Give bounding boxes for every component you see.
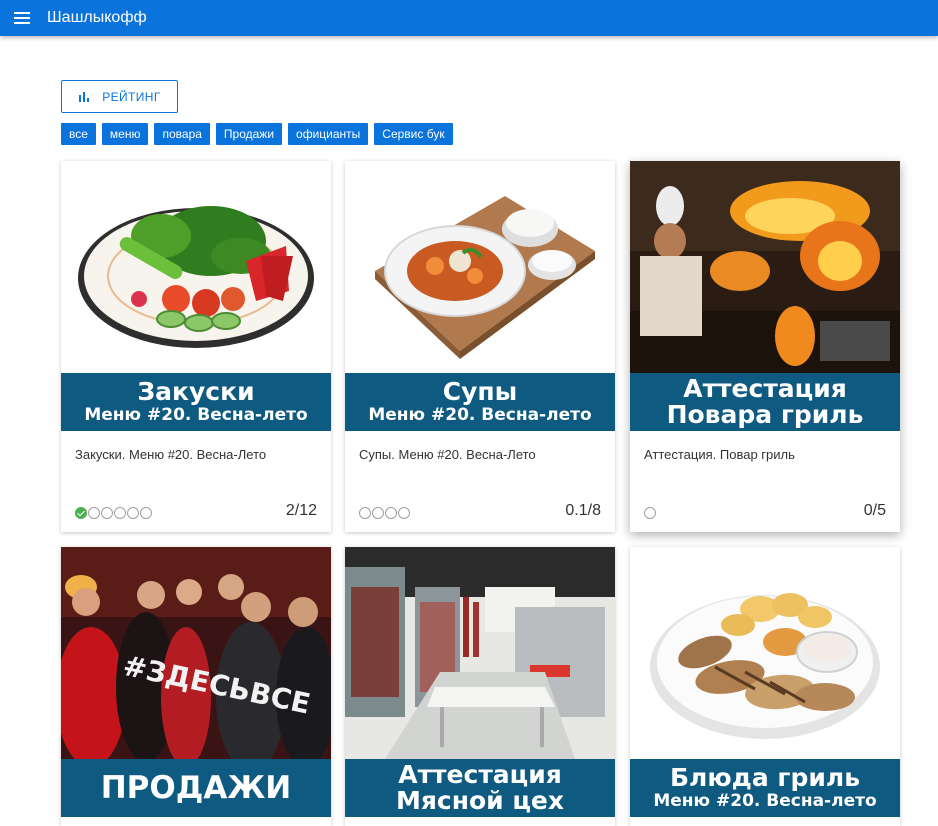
card-image-grill-fire — [630, 161, 900, 373]
card-title: Супы — [442, 376, 518, 406]
progress-dot — [127, 507, 139, 519]
progress-dot — [114, 507, 126, 519]
card-title: Блюда гриль — [669, 762, 861, 792]
rating-button-label: РЕЙТИНГ — [102, 89, 161, 104]
card-score: 0.1/8 — [565, 502, 601, 519]
card-progress-dots — [359, 507, 410, 519]
card-banner: Аттестация Повара гриль — [630, 373, 900, 431]
card-score: 2/12 — [285, 502, 317, 519]
filter-chip-all[interactable]: все — [61, 123, 96, 145]
card-banner: Супы Меню #20. Весна-лето — [345, 373, 615, 431]
card-title: ПРОДАЖИ — [100, 769, 292, 806]
card-image-meat-shop — [345, 547, 615, 759]
course-card-grill-dishes[interactable]: Блюда гриль Меню #20. Весна-лето — [630, 547, 900, 826]
card-title: Аттестация — [398, 759, 562, 789]
progress-dot — [372, 507, 384, 519]
course-card-zakuski[interactable]: Закуски Меню #20. Весна-лето Закуски. Ме… — [61, 161, 331, 532]
card-banner: Аттестация Мясной цех — [345, 759, 615, 817]
filter-chip-cooks[interactable]: повара — [154, 123, 210, 145]
app-bar: Шашлыкофф — [0, 0, 938, 36]
card-image-soup — [345, 161, 615, 373]
filter-chip-menu[interactable]: меню — [101, 123, 149, 145]
card-subtitle: Меню #20. Весна-лето — [84, 405, 308, 426]
filter-chip-waiters[interactable]: официанты — [288, 123, 369, 145]
card-image-grill-dish — [630, 547, 900, 759]
progress-dot-done — [75, 507, 87, 519]
card-subtitle: Повара гриль — [666, 400, 864, 429]
progress-dot — [398, 507, 410, 519]
card-score: 0/5 — [863, 502, 886, 519]
card-banner: Блюда гриль Меню #20. Весна-лето — [630, 759, 900, 817]
card-image-appetizers — [61, 161, 331, 373]
card-subtitle: Мясной цех — [395, 786, 565, 815]
progress-dot — [385, 507, 397, 519]
rating-button[interactable]: РЕЙТИНГ — [61, 80, 178, 113]
course-card-meat-shop-certification[interactable]: Аттестация Мясной цех — [345, 547, 615, 826]
course-card-grill-cook-certification[interactable]: Аттестация Повара гриль Аттестация. Пова… — [630, 161, 900, 532]
hamburger-menu-icon[interactable] — [0, 0, 44, 36]
card-title: Закуски — [137, 376, 255, 406]
app-title: Шашлыкофф — [47, 9, 147, 26]
card-progress-dots — [644, 507, 656, 519]
progress-dot — [88, 507, 100, 519]
card-banner: Закуски Меню #20. Весна-лето — [61, 373, 331, 431]
progress-dot — [359, 507, 371, 519]
card-progress-dots — [75, 507, 152, 519]
card-description: Супы. Меню #20. Весна-Лето — [359, 447, 536, 462]
card-title: Аттестация — [683, 373, 847, 403]
card-banner: ПРОДАЖИ — [61, 759, 331, 817]
bar-chart-icon — [79, 91, 90, 102]
progress-dot — [644, 507, 656, 519]
card-description: Закуски. Меню #20. Весна-Лето — [75, 447, 267, 462]
progress-dot — [140, 507, 152, 519]
card-description: Аттестация. Повар гриль — [644, 447, 795, 462]
filter-chips: все меню повара Продажи официанты Сервис… — [61, 123, 453, 145]
progress-dot — [101, 507, 113, 519]
course-card-soups[interactable]: Супы Меню #20. Весна-лето Супы. Меню #20… — [345, 161, 615, 532]
filter-chip-service-book[interactable]: Сервис бук — [374, 123, 453, 145]
filter-chip-sales[interactable]: Продажи — [215, 123, 283, 145]
card-subtitle: Меню #20. Весна-лето — [368, 405, 592, 426]
course-card-sales[interactable]: #ЗДЕСЬВСЕ ПРОДАЖИ — [61, 547, 331, 826]
card-subtitle: Меню #20. Весна-лето — [653, 791, 877, 812]
card-image-sales-team: #ЗДЕСЬВСЕ — [61, 547, 331, 759]
